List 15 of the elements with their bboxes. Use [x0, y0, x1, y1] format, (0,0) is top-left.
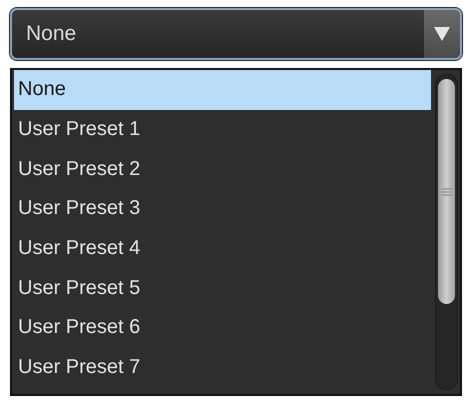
preset-dropdown[interactable]: None	[10, 8, 462, 60]
dropdown-value: None	[25, 22, 78, 46]
option-item[interactable]: User Preset 6	[14, 308, 431, 348]
option-item[interactable]: User Preset 3	[14, 189, 431, 229]
option-item[interactable]: User Preset 4	[14, 228, 431, 268]
option-item[interactable]: User Preset 5	[14, 268, 431, 308]
grip-icon	[442, 188, 452, 196]
option-item[interactable]: User Preset 7	[14, 348, 431, 388]
option-item[interactable]: User Preset 1	[14, 110, 431, 150]
dropdown-arrow-button[interactable]	[424, 10, 460, 58]
option-item[interactable]: User Preset 2	[14, 149, 431, 190]
scrollbar-thumb[interactable]	[438, 79, 455, 304]
option-item[interactable]: None	[14, 70, 431, 110]
scrollbar-track[interactable]	[435, 74, 458, 390]
caret-icon	[434, 27, 450, 41]
